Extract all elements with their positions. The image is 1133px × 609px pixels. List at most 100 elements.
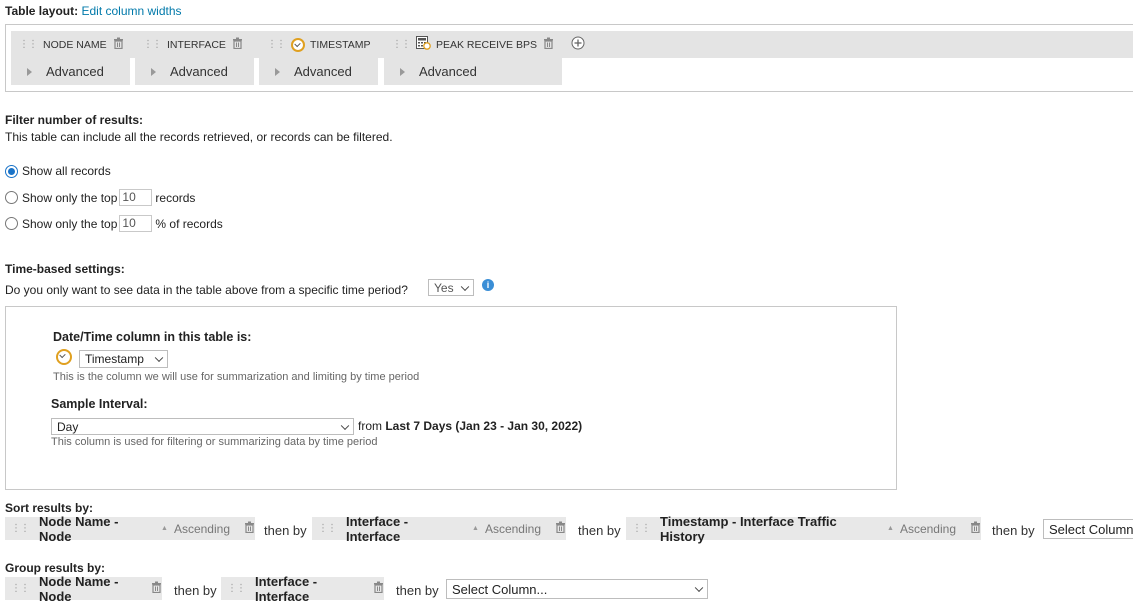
then-by-label: then by — [396, 583, 439, 598]
advanced-label[interactable]: Advanced — [294, 64, 352, 79]
then-by-label: then by — [174, 583, 217, 598]
then-by-label: then by — [264, 523, 307, 538]
radio-label-suffix: % of records — [155, 216, 223, 231]
sort-item-interface[interactable]: ⋮⋮ Interface - Interface ▲ Ascending — [312, 514, 566, 544]
time-period-select[interactable]: Yes — [428, 279, 474, 296]
sort-ascending-icon[interactable]: ▲ — [472, 525, 479, 532]
radio-top-n-records[interactable]: Show only the top 10 records — [5, 189, 195, 206]
sample-interval-label: Sample Interval: — [51, 397, 148, 411]
then-by-label: then by — [992, 523, 1035, 538]
datetime-column-value: Timestamp — [85, 352, 144, 366]
sort-item-name: Node Name - Node — [39, 513, 119, 544]
chevron-down-icon — [460, 282, 470, 291]
radio-label[interactable]: Show all records — [22, 164, 111, 178]
top-percent-input[interactable]: 10 — [119, 215, 153, 232]
trash-icon[interactable] — [244, 521, 255, 536]
group-item-interface[interactable]: ⋮⋮ Interface - Interface — [221, 574, 384, 604]
filter-description: This table can include all the records r… — [5, 130, 393, 144]
trash-icon[interactable] — [970, 521, 981, 536]
column-name: TIMESTAMP — [310, 38, 371, 51]
trash-icon[interactable] — [543, 37, 554, 52]
edit-column-widths-link[interactable]: Edit column widths — [81, 4, 181, 18]
group-item-node-name[interactable]: ⋮⋮ Node Name - Node — [5, 574, 162, 604]
chevron-down-icon — [340, 421, 350, 430]
trash-icon[interactable] — [232, 37, 243, 52]
time-settings-question: Do you only want to see data in the tabl… — [5, 283, 408, 297]
drag-handle-icon[interactable]: ⋮⋮ — [11, 583, 30, 594]
sort-ascending-icon[interactable]: ▲ — [887, 525, 894, 532]
time-range-value: Last 7 Days (Jan 23 - Jan 30, 2022) — [385, 419, 583, 433]
sort-order[interactable]: Ascending — [900, 522, 956, 536]
group-select-column[interactable]: Select Column... — [446, 579, 708, 599]
datetime-column-select[interactable]: Timestamp — [79, 350, 168, 368]
trash-icon[interactable] — [373, 581, 384, 596]
radio-button[interactable] — [5, 191, 18, 204]
sort-select-column[interactable]: Select Column... — [1043, 519, 1133, 539]
table-layout-box: ⋮⋮ NODE NAME Advanced ⋮⋮ INTERFACE Advan… — [5, 24, 1133, 92]
expand-triangle-icon[interactable] — [275, 67, 280, 76]
radio-button[interactable] — [5, 217, 18, 230]
time-period-value: Yes — [434, 280, 454, 295]
sort-item-node-name[interactable]: ⋮⋮ Node Name - Node ▲ Ascending — [5, 514, 255, 544]
sort-ascending-icon[interactable]: ▲ — [161, 525, 168, 532]
group-select-placeholder: Select Column... — [452, 581, 548, 597]
datetime-column-label: Date/Time column in this table is: — [53, 330, 252, 344]
trash-icon[interactable] — [113, 37, 124, 52]
radio-label-prefix[interactable]: Show only the top — [22, 191, 117, 205]
drag-handle-icon[interactable]: ⋮⋮ — [267, 39, 286, 50]
drag-handle-icon[interactable]: ⋮⋮ — [632, 523, 651, 534]
drag-handle-icon[interactable]: ⋮⋮ — [11, 523, 30, 534]
drag-handle-icon[interactable]: ⋮⋮ — [318, 523, 337, 534]
from-label: from — [358, 419, 382, 433]
drag-handle-icon[interactable]: ⋮⋮ — [19, 39, 38, 50]
table-layout-row: Table layout: Edit column widths — [5, 4, 182, 18]
sort-order[interactable]: Ascending — [485, 522, 541, 536]
info-icon[interactable]: i — [482, 279, 494, 291]
column-card-peak-receive-bps[interactable]: ⋮⋮ PEAK RECEIVE BPS Advanced — [384, 31, 562, 85]
chevron-down-icon — [154, 353, 164, 363]
sort-item-timestamp[interactable]: ⋮⋮ Timestamp - Interface Traffic History… — [626, 514, 981, 544]
advanced-label[interactable]: Advanced — [46, 64, 104, 79]
radio-label-suffix: records — [155, 190, 196, 205]
column-name: PEAK RECEIVE BPS — [436, 38, 537, 51]
expand-triangle-icon[interactable] — [27, 67, 32, 76]
expand-triangle-icon[interactable] — [151, 67, 156, 76]
add-column-icon[interactable] — [571, 36, 585, 53]
radio-show-all[interactable]: Show all records — [5, 164, 111, 178]
sort-order[interactable]: Ascending — [174, 522, 230, 536]
column-name: NODE NAME — [43, 38, 107, 51]
filter-heading: Filter number of results: — [5, 113, 144, 127]
calculator-icon — [416, 36, 431, 53]
drag-handle-icon[interactable]: ⋮⋮ — [392, 39, 411, 50]
time-range-text: from Last 7 Days (Jan 23 - Jan 30, 2022) — [358, 419, 582, 433]
radio-button[interactable] — [5, 164, 18, 178]
radio-label-prefix[interactable]: Show only the top — [22, 217, 117, 231]
time-settings-heading: Time-based settings: — [5, 262, 125, 276]
group-item-name: Interface - Interface — [255, 573, 318, 604]
column-name: INTERFACE — [167, 38, 226, 51]
table-layout-label: Table layout: — [5, 4, 79, 18]
column-strip: ⋮⋮ NODE NAME Advanced ⋮⋮ INTERFACE Advan… — [11, 31, 1133, 85]
column-card-interface[interactable]: ⋮⋮ INTERFACE Advanced — [135, 31, 254, 85]
column-card-node-name[interactable]: ⋮⋮ NODE NAME Advanced — [11, 31, 130, 85]
then-by-label: then by — [578, 523, 621, 538]
drag-handle-icon[interactable]: ⋮⋮ — [227, 583, 246, 594]
datetime-hint: This is the column we will use for summa… — [53, 371, 420, 383]
sample-interval-value: Day — [57, 419, 79, 434]
group-item-name: Node Name - Node — [39, 573, 119, 604]
trash-icon[interactable] — [151, 581, 162, 596]
column-card-timestamp[interactable]: ⋮⋮ TIMESTAMP Advanced — [259, 31, 378, 85]
advanced-label[interactable]: Advanced — [170, 64, 228, 79]
top-n-input[interactable]: 10 — [119, 189, 153, 206]
trash-icon[interactable] — [555, 521, 566, 536]
interval-hint: This column is used for filtering or sum… — [51, 436, 378, 448]
drag-handle-icon[interactable]: ⋮⋮ — [143, 39, 162, 50]
radio-top-percent[interactable]: Show only the top 10 % of records — [5, 215, 223, 232]
advanced-label[interactable]: Advanced — [419, 64, 477, 79]
sort-item-name: Timestamp - Interface Traffic History — [660, 513, 837, 544]
clock-icon — [56, 349, 72, 365]
sample-interval-select[interactable]: Day — [51, 418, 354, 435]
sort-item-name: Interface - Interface — [346, 513, 409, 544]
sort-select-placeholder: Select Column... — [1049, 521, 1133, 537]
expand-triangle-icon[interactable] — [400, 67, 405, 76]
